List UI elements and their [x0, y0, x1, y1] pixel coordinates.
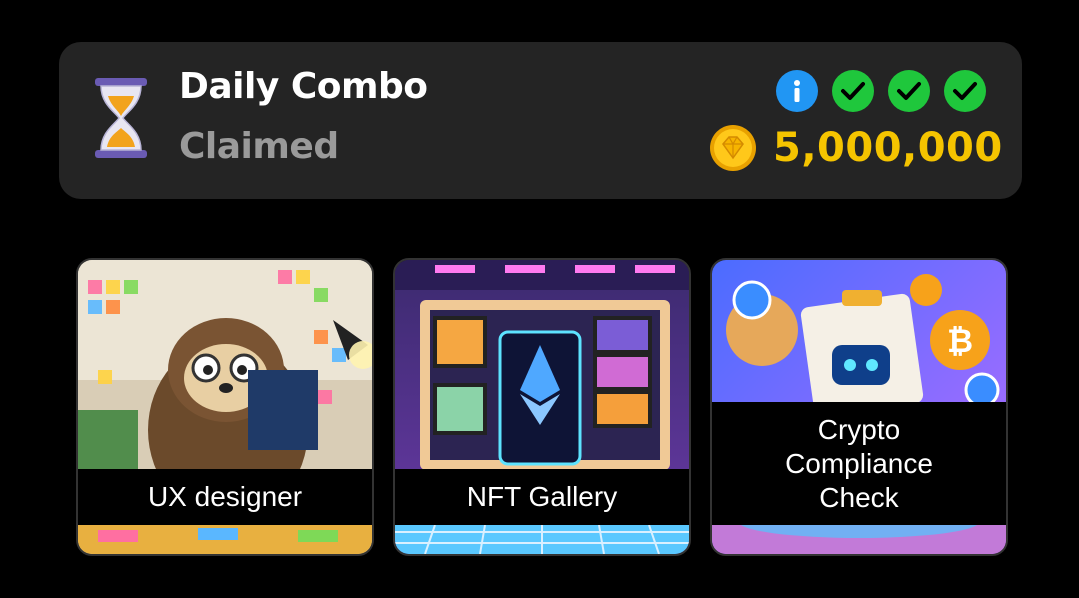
- check-icon: [888, 70, 930, 112]
- combo-badges: [776, 70, 986, 112]
- coin-icon: [710, 125, 756, 171]
- daily-combo-title: Daily Combo: [179, 66, 428, 107]
- hourglass-icon: [95, 78, 147, 158]
- svg-text:₿: ₿: [947, 322, 973, 360]
- info-icon[interactable]: [776, 70, 818, 112]
- reward-row: 5,000,000: [709, 124, 1003, 172]
- card-ux-designer[interactable]: UX designer: [76, 258, 374, 556]
- card-crypto-compliance-check[interactable]: ₿ Crypto Compliance Check: [710, 258, 1008, 556]
- check-icon: [832, 70, 874, 112]
- daily-combo-status: Claimed: [179, 126, 339, 167]
- check-icon: [944, 70, 986, 112]
- card-label: UX designer: [78, 469, 372, 525]
- card-nft-gallery[interactable]: NFT Gallery: [393, 258, 691, 556]
- card-label: Crypto Compliance Check: [712, 402, 1006, 525]
- reward-value: 5,000,000: [773, 125, 1003, 171]
- card-label-text: Crypto Compliance Check: [785, 413, 933, 513]
- card-label: NFT Gallery: [395, 469, 689, 525]
